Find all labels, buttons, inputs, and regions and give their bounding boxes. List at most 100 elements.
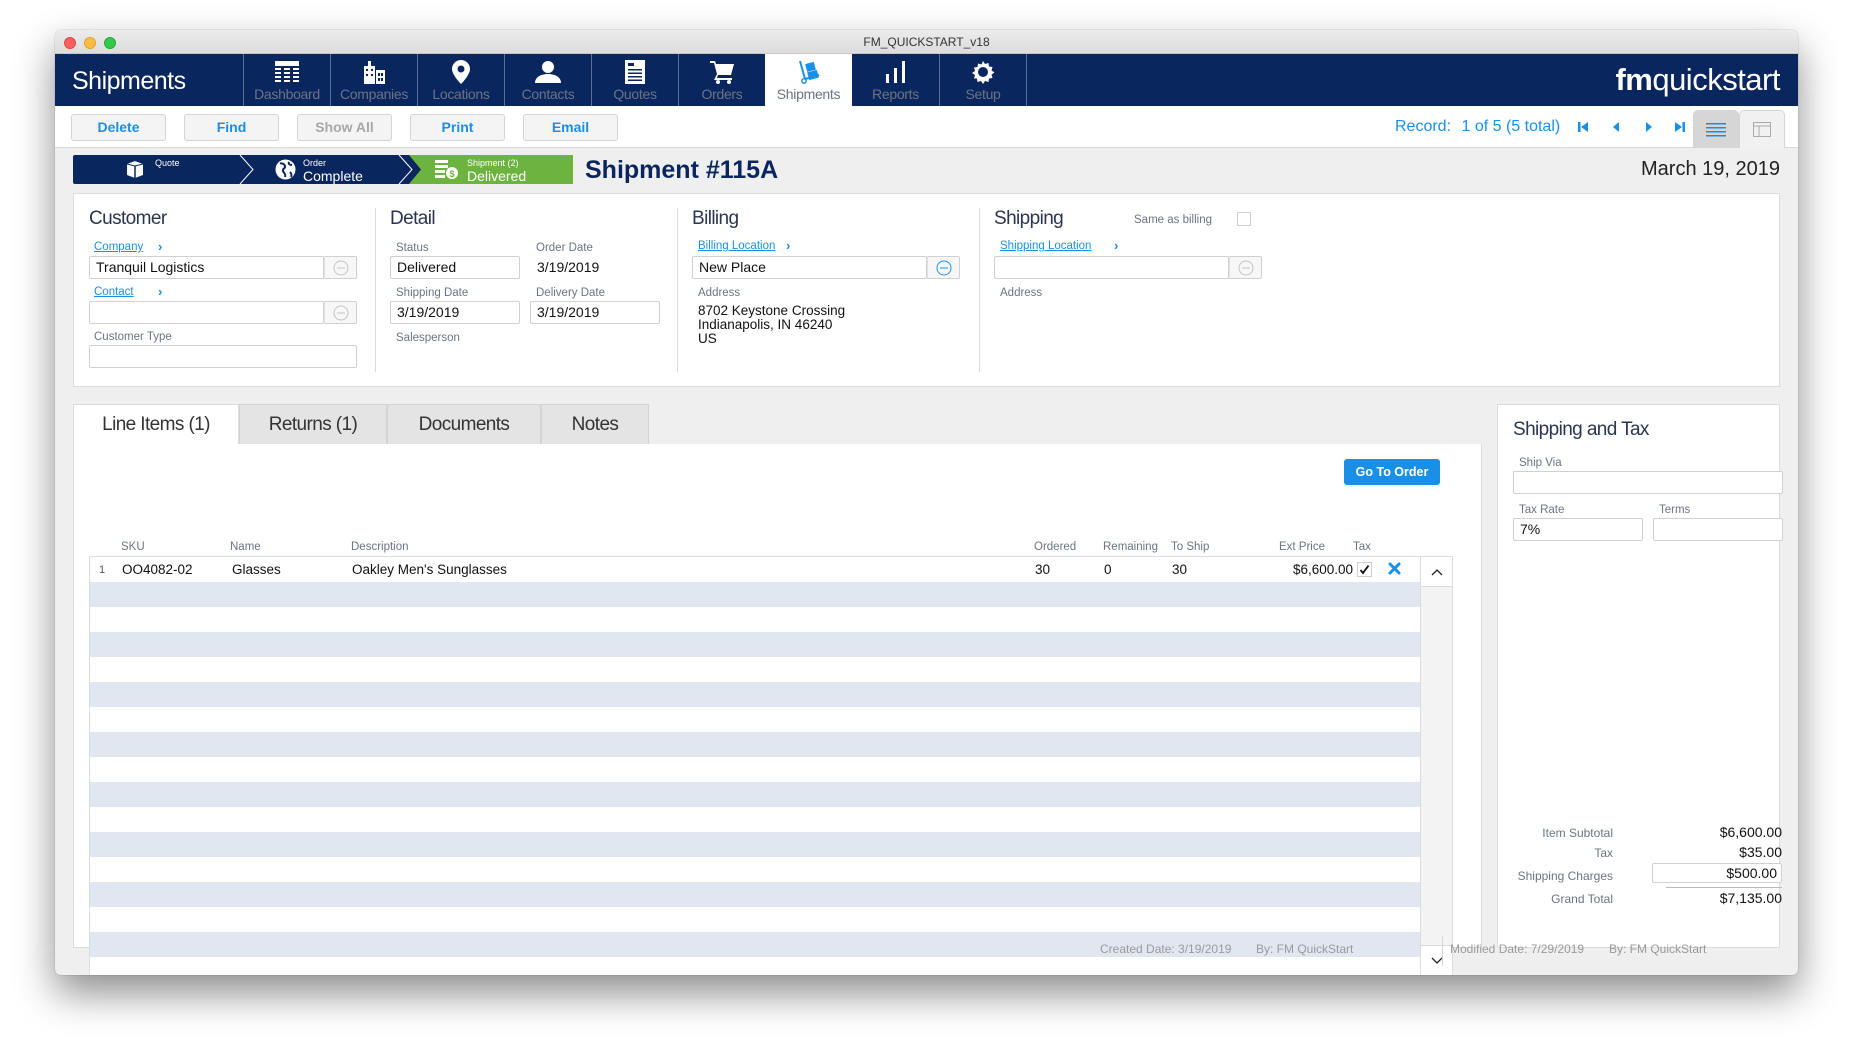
company-link[interactable]: Company — [94, 241, 143, 253]
empty-table-row[interactable] — [90, 782, 1420, 807]
empty-table-row[interactable] — [90, 807, 1420, 832]
salesperson-label: Salesperson — [396, 332, 460, 344]
ship-via-field[interactable] — [1513, 471, 1783, 494]
nav-tab-shipments[interactable]: Shipments — [765, 54, 852, 106]
delete-button[interactable]: Delete — [71, 114, 166, 141]
clear-contact-button[interactable] — [324, 301, 357, 324]
empty-table-row[interactable] — [90, 832, 1420, 857]
contact-link[interactable]: Contact — [94, 286, 134, 298]
tax-checkbox[interactable] — [1357, 562, 1372, 577]
tab-notes[interactable]: Notes — [541, 404, 649, 444]
clear-company-button[interactable] — [324, 256, 357, 279]
billing-address-label: Address — [698, 287, 741, 299]
nav-tab-label: Orders — [701, 86, 743, 102]
tab-documents[interactable]: Documents — [387, 404, 541, 444]
progress-step-shipment[interactable]: $ Shipment (2) Delivered — [421, 155, 573, 184]
nav-tab-locations[interactable]: Locations — [417, 54, 504, 106]
previous-record-button[interactable] — [1608, 119, 1624, 135]
empty-table-row[interactable] — [90, 757, 1420, 782]
billing-location-field[interactable]: New Place — [692, 256, 927, 279]
company-field[interactable]: Tranquil Logistics — [89, 256, 324, 279]
go-to-order-button[interactable]: Go To Order — [1344, 459, 1440, 485]
name-cell[interactable]: Glasses — [232, 562, 281, 577]
next-record-icon — [1646, 122, 1652, 132]
ordered-cell[interactable]: 30 — [1035, 562, 1050, 577]
clear-shipping-location-button[interactable] — [1229, 256, 1262, 279]
table-row[interactable]: 1 OO4082-02 Glasses Oakley Men's Sunglas… — [90, 557, 1420, 582]
empty-table-row[interactable] — [90, 882, 1420, 907]
progress-step-order[interactable]: Order Complete — [253, 155, 403, 184]
contact-go-icon[interactable]: › — [158, 284, 162, 299]
empty-table-row[interactable] — [90, 607, 1420, 632]
tab-line-items[interactable]: Line Items (1) — [73, 404, 239, 444]
company-go-icon[interactable]: › — [158, 239, 162, 254]
progress-step-quote[interactable]: Quote — [73, 155, 240, 184]
nav-tab-contacts[interactable]: Contacts — [504, 54, 591, 106]
minus-circle-icon — [1238, 260, 1253, 275]
shipping-location-go-icon[interactable]: › — [1114, 238, 1118, 253]
line-items-panel: Go To Order SKU Name Description Ordered… — [73, 444, 1482, 975]
empty-table-row[interactable] — [90, 582, 1420, 607]
scroll-down-button[interactable] — [1421, 945, 1452, 975]
tax-rate-field[interactable]: 7% — [1513, 518, 1643, 541]
delete-row-button[interactable] — [1388, 562, 1401, 580]
item-subtotal-label: Item Subtotal — [1542, 826, 1613, 840]
form-view-button[interactable] — [1739, 110, 1785, 148]
created-date: Created Date: 3/19/2019 — [1100, 942, 1232, 956]
description-cell[interactable]: Oakley Men's Sunglasses — [352, 562, 507, 577]
billing-location-go-icon[interactable]: › — [786, 238, 790, 253]
shipping-location-field[interactable] — [994, 256, 1229, 279]
grid-scrollbar[interactable] — [1420, 557, 1452, 975]
nav-tab-quotes[interactable]: Quotes — [591, 54, 678, 106]
shipping-tax-panel: Shipping and Tax Ship Via Tax Rate 7% Te… — [1497, 404, 1783, 948]
nav-tab-reports[interactable]: Reports — [852, 54, 939, 106]
shipping-date-field[interactable]: 3/19/2019 — [390, 301, 520, 324]
email-button[interactable]: Email — [523, 114, 618, 141]
last-record-button[interactable] — [1672, 119, 1688, 135]
minus-circle-icon — [936, 260, 951, 275]
print-button[interactable]: Print — [410, 114, 505, 141]
nav-tab-dashboard[interactable]: Dashboard — [243, 54, 330, 106]
first-record-button[interactable] — [1575, 119, 1591, 135]
scroll-up-button[interactable] — [1421, 557, 1452, 587]
shipping-charges-field[interactable]: $500.00 — [1652, 863, 1782, 883]
terms-field[interactable] — [1653, 518, 1783, 541]
contact-person-icon — [505, 59, 591, 85]
to-ship-cell[interactable]: 30 — [1172, 562, 1187, 577]
last-record-icon — [1675, 122, 1685, 132]
show-all-button[interactable]: Show All — [297, 114, 392, 141]
status-label: Status — [396, 242, 429, 254]
contact-field[interactable] — [89, 301, 324, 324]
order-date-value: 3/19/2019 — [530, 256, 660, 279]
status-field[interactable]: Delivered — [390, 256, 520, 279]
shipping-location-link[interactable]: Shipping Location — [1000, 240, 1091, 252]
empty-table-row[interactable] — [90, 707, 1420, 732]
empty-table-row[interactable] — [90, 907, 1420, 932]
tax-total-value: $35.00 — [1739, 844, 1782, 860]
terms-label: Terms — [1659, 504, 1691, 516]
empty-table-row[interactable] — [90, 657, 1420, 682]
order-date-label: Order Date — [536, 242, 593, 254]
empty-table-row[interactable] — [90, 632, 1420, 657]
customer-type-field[interactable] — [89, 345, 357, 368]
sku-cell[interactable]: OO4082-02 — [122, 562, 193, 577]
billing-location-link[interactable]: Billing Location — [698, 240, 775, 252]
minus-circle-icon — [333, 305, 348, 320]
find-button[interactable]: Find — [184, 114, 279, 141]
companies-icon — [331, 59, 417, 85]
clear-billing-location-button[interactable] — [927, 256, 960, 279]
nav-tab-orders[interactable]: Orders — [678, 54, 765, 106]
nav-tab-setup[interactable]: Setup — [939, 54, 1026, 106]
list-view-button[interactable] — [1693, 110, 1739, 148]
empty-table-row[interactable] — [90, 732, 1420, 757]
nav-tab-companies[interactable]: Companies — [330, 54, 417, 106]
delivery-date-field[interactable]: 3/19/2019 — [530, 301, 660, 324]
same-as-billing-checkbox[interactable] — [1237, 212, 1251, 226]
next-record-button[interactable] — [1641, 119, 1657, 135]
empty-table-row[interactable] — [90, 957, 1420, 975]
minus-circle-icon — [333, 260, 348, 275]
empty-table-row[interactable] — [90, 857, 1420, 882]
empty-table-row[interactable] — [90, 682, 1420, 707]
nav-tab-label: Shipments — [776, 86, 841, 102]
tab-returns[interactable]: Returns (1) — [239, 404, 387, 444]
